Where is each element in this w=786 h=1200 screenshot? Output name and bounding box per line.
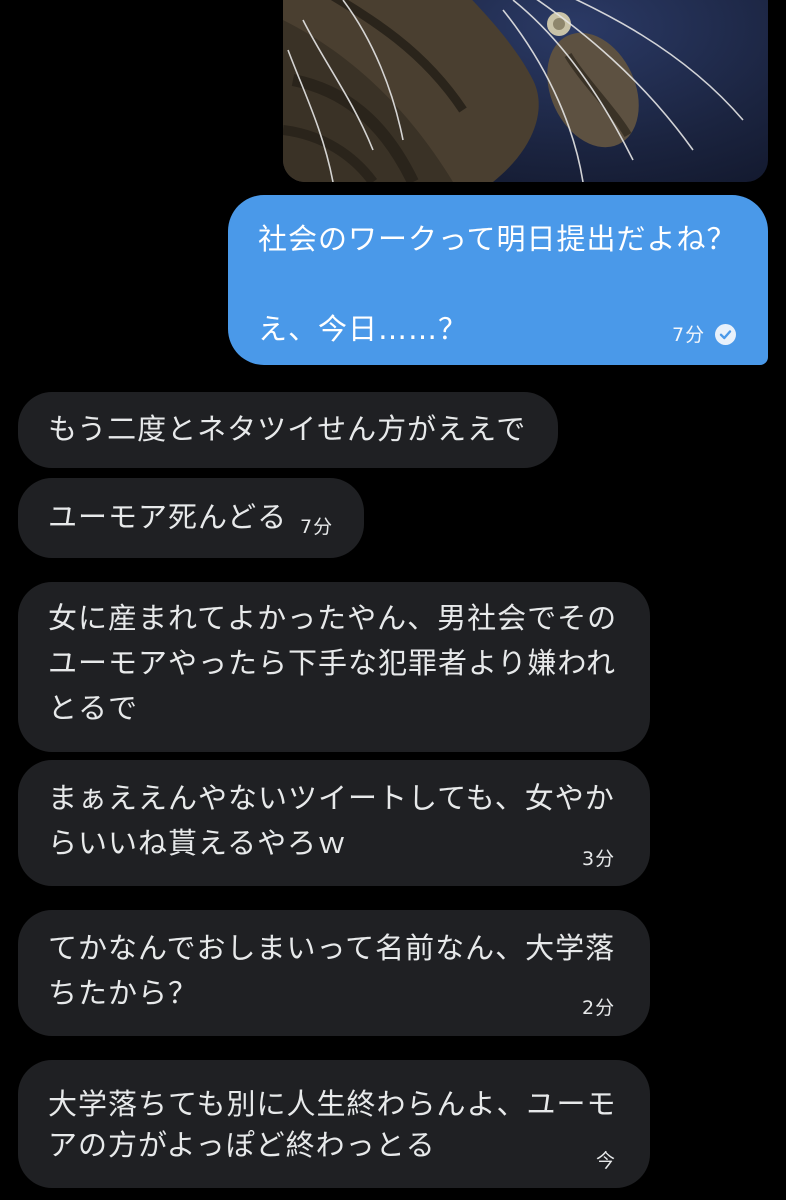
- received-message-bubble[interactable]: 大学落ちても別に人生終わらんよ、ユーモ アの方がよっぽど終わっとる 今: [18, 1060, 650, 1188]
- message-line: 大学落ちても別に人生終わらんよ、ユーモ: [48, 1087, 617, 1121]
- received-message-bubble[interactable]: まぁええんやないツイートしても、女やか らいいね貰えるやろｗ 3分: [18, 760, 650, 886]
- message-line: とるで: [48, 691, 139, 725]
- message-line: 社会のワークって明日提出だよね？: [258, 222, 737, 256]
- message-line: もう二度とネタツイせん方がええで: [48, 412, 527, 446]
- received-message-bubble[interactable]: ユーモア死んどる 7分: [18, 478, 364, 558]
- cat-photo: [283, 0, 744, 182]
- message-timestamp: 今: [596, 1150, 617, 1172]
- received-message-bubble[interactable]: 女に産まれてよかったやん、男社会でその ユーモアやったら下手な犯罪者より嫌われ …: [18, 582, 650, 752]
- message-line: ちたから？: [48, 976, 199, 1010]
- message-line: ユーモアやったら下手な犯罪者より嫌われ: [48, 646, 616, 680]
- message-timestamp: 2分: [582, 997, 616, 1019]
- message-line: てかなんでおしまいって名前なん、大学落: [48, 931, 616, 965]
- message-timestamp: 7分: [672, 324, 737, 346]
- message-thread: 社会のワークって明日提出だよね？ え、今日……？ 7分 もう二度とネタツイせん方…: [0, 0, 786, 1200]
- message-timestamp: 7分: [300, 516, 334, 538]
- message-line: まぁええんやないツイートしても、女やか: [48, 781, 615, 815]
- sent-message-bubble[interactable]: 社会のワークって明日提出だよね？ え、今日……？ 7分: [228, 195, 768, 365]
- received-message-bubble[interactable]: もう二度とネタツイせん方がええで: [18, 392, 558, 468]
- cat-photo-message[interactable]: [283, 0, 768, 182]
- message-line: え、今日……？: [258, 312, 469, 346]
- message-line: ユーモア死んどる: [48, 500, 288, 534]
- message-line: らいいね貰えるやろｗ: [48, 826, 348, 860]
- message-line: アの方がよっぽど終わっとる: [48, 1128, 436, 1162]
- received-message-bubble[interactable]: てかなんでおしまいって名前なん、大学落 ちたから？ 2分: [18, 910, 650, 1036]
- message-line: 女に産まれてよかったやん、男社会でその: [48, 601, 618, 635]
- read-check-icon: [715, 324, 737, 345]
- message-timestamp: 3分: [582, 848, 616, 870]
